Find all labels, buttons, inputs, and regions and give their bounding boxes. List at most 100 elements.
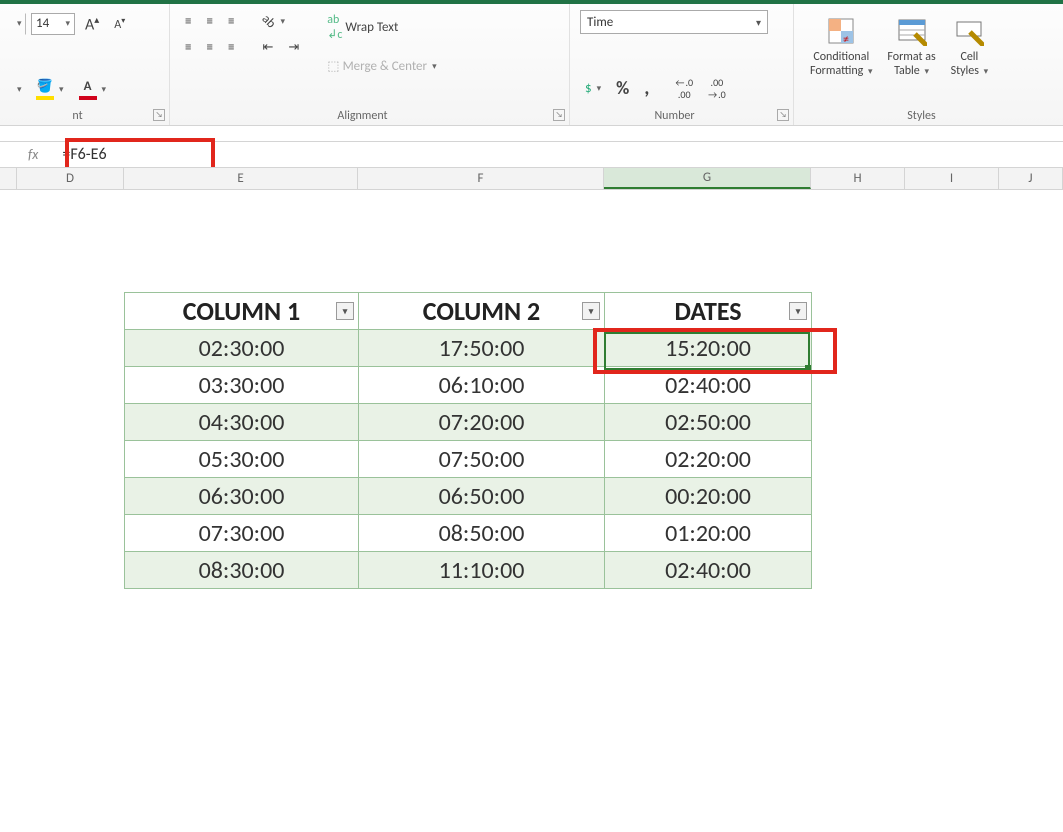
- font-launcher[interactable]: ↘: [153, 109, 165, 121]
- accounting-format-button[interactable]: $ ▾: [580, 77, 606, 99]
- cell[interactable]: 06:50:00: [359, 478, 605, 515]
- decrease-font-button[interactable]: A▾: [109, 13, 130, 35]
- filter-icon[interactable]: ▾: [789, 302, 807, 320]
- align-middle-icon: ≡: [206, 14, 212, 29]
- col-header-f[interactable]: F: [358, 168, 604, 189]
- header-col3[interactable]: DATES ▾: [605, 293, 812, 330]
- header-col1[interactable]: COLUMN 1 ▾: [125, 293, 359, 330]
- align-top-button[interactable]: ≡: [180, 10, 196, 32]
- merge-center-button[interactable]: ⬚ Merge & Center ▾: [322, 55, 441, 77]
- chevron-down-icon: ▾: [597, 83, 602, 94]
- align-right-button[interactable]: ≡: [223, 36, 239, 58]
- cell[interactable]: 02:40:00: [605, 367, 812, 404]
- cell-value: 02:20:00: [665, 445, 751, 474]
- cell[interactable]: 03:30:00: [125, 367, 359, 404]
- increase-font-button[interactable]: A▴: [80, 10, 104, 37]
- cell[interactable]: 11:10:00: [359, 552, 605, 589]
- wrap-text-button[interactable]: ab↲c Wrap Text: [322, 10, 441, 45]
- number-format-value: Time: [587, 15, 613, 30]
- border-button[interactable]: ▾: [10, 77, 26, 103]
- cell[interactable]: 02:50:00: [605, 404, 812, 441]
- group-label-styles: Styles: [794, 109, 1049, 123]
- table-header-row: COLUMN 1 ▾ COLUMN 2 ▾ DATES ▾: [125, 293, 812, 330]
- col-header-d[interactable]: D: [17, 168, 124, 189]
- cell[interactable]: 02:30:00: [125, 330, 359, 367]
- col-header-j[interactable]: J: [999, 168, 1063, 189]
- header-col3-label: DATES: [674, 295, 741, 327]
- col-header-e[interactable]: E: [124, 168, 358, 189]
- alignment-launcher[interactable]: ↘: [553, 109, 565, 121]
- cell[interactable]: 15:20:00: [605, 330, 812, 367]
- cell-value: 00:20:00: [665, 482, 751, 511]
- chevron-down-icon: ▾: [984, 66, 989, 77]
- cell-value: 02:40:00: [665, 371, 751, 400]
- orientation-button[interactable]: ab ▾: [257, 10, 290, 32]
- ribbon: ▾ 14 ▾ A▴ A▾ ▾ 🪣 ▾ A ▾ nt ↘: [0, 4, 1063, 126]
- font-size-input[interactable]: 14 ▾: [31, 13, 75, 35]
- cell-value: 17:50:00: [439, 334, 525, 363]
- chevron-down-icon: ▾: [756, 16, 761, 29]
- corner[interactable]: [0, 168, 17, 189]
- font-name-caret[interactable]: ▾: [10, 13, 26, 35]
- fat-l2: Table: [894, 64, 920, 78]
- formula-bar: fx: [0, 142, 1063, 168]
- cell[interactable]: 05:30:00: [125, 441, 359, 478]
- wrap-text-label: Wrap Text: [345, 20, 398, 35]
- table-body: 02:30:00 17:50:00 15:20:00 03:30:00 06:1…: [125, 330, 812, 589]
- decrease-decimal-button[interactable]: .00 →.0: [703, 75, 731, 102]
- col-header-i[interactable]: I: [905, 168, 999, 189]
- cell[interactable]: 00:20:00: [605, 478, 812, 515]
- cell[interactable]: 07:50:00: [359, 441, 605, 478]
- number-format-combo[interactable]: Time ▾: [580, 10, 768, 34]
- align-left-button[interactable]: ≡: [180, 36, 196, 58]
- fx-icon[interactable]: fx: [28, 146, 38, 163]
- cf-l1: Conditional: [813, 50, 869, 64]
- align-middle-button[interactable]: ≡: [201, 10, 217, 32]
- cell[interactable]: 17:50:00: [359, 330, 605, 367]
- align-bottom-button[interactable]: ≡: [223, 10, 239, 32]
- cell[interactable]: 01:20:00: [605, 515, 812, 552]
- cell[interactable]: 06:10:00: [359, 367, 605, 404]
- cell[interactable]: 02:20:00: [605, 441, 812, 478]
- orientation-icon: ab: [259, 11, 279, 31]
- increase-decimal-button[interactable]: ←.0 .00: [670, 75, 698, 102]
- cell-value: 07:50:00: [439, 445, 525, 474]
- increase-indent-button[interactable]: ⇥: [283, 36, 304, 58]
- font-color-icon: A: [79, 79, 97, 100]
- cell-styles-button[interactable]: Cell Styles ▾: [945, 10, 995, 78]
- percent-button[interactable]: %: [611, 74, 634, 102]
- fill-color-button[interactable]: 🪣 ▾: [31, 76, 69, 103]
- col-header-h[interactable]: H: [811, 168, 905, 189]
- format-as-table-icon: [895, 14, 929, 48]
- percent-label: %: [616, 77, 629, 99]
- cell[interactable]: 07:20:00: [359, 404, 605, 441]
- grid-area[interactable]: COLUMN 1 ▾ COLUMN 2 ▾ DATES ▾ 02:30:00 1…: [0, 190, 1063, 830]
- group-label-alignment: Alignment: [170, 109, 555, 123]
- format-as-table-button[interactable]: Format as Table ▾: [881, 10, 943, 78]
- align-center-button[interactable]: ≡: [201, 36, 217, 58]
- conditional-formatting-button[interactable]: ≠ Conditional Formatting ▾: [804, 10, 879, 78]
- header-col2[interactable]: COLUMN 2 ▾: [359, 293, 605, 330]
- cell[interactable]: 08:30:00: [125, 552, 359, 589]
- ribbon-group-styles: ≠ Conditional Formatting ▾ Format as Tab…: [794, 4, 1063, 125]
- data-table: COLUMN 1 ▾ COLUMN 2 ▾ DATES ▾ 02:30:00 1…: [124, 292, 812, 589]
- decrease-indent-button[interactable]: ⇤: [257, 36, 278, 58]
- chevron-down-icon: ▾: [65, 18, 70, 29]
- group-label-font: nt: [0, 109, 155, 123]
- cell-value: 01:20:00: [665, 519, 751, 548]
- cell[interactable]: 06:30:00: [125, 478, 359, 515]
- cell[interactable]: 08:50:00: [359, 515, 605, 552]
- formula-input[interactable]: [62, 145, 462, 164]
- filter-icon[interactable]: ▾: [336, 302, 354, 320]
- number-launcher[interactable]: ↘: [777, 109, 789, 121]
- cell[interactable]: 02:40:00: [605, 552, 812, 589]
- align-right-icon: ≡: [228, 40, 234, 55]
- comma-button[interactable]: ,: [639, 73, 654, 103]
- dec2-top: .00: [711, 78, 724, 87]
- font-color-button[interactable]: A ▾: [74, 76, 112, 103]
- cell[interactable]: 04:30:00: [125, 404, 359, 441]
- filter-icon[interactable]: ▾: [582, 302, 600, 320]
- cs-l2: Styles: [951, 64, 979, 78]
- cell[interactable]: 07:30:00: [125, 515, 359, 552]
- col-header-g[interactable]: G: [604, 168, 811, 189]
